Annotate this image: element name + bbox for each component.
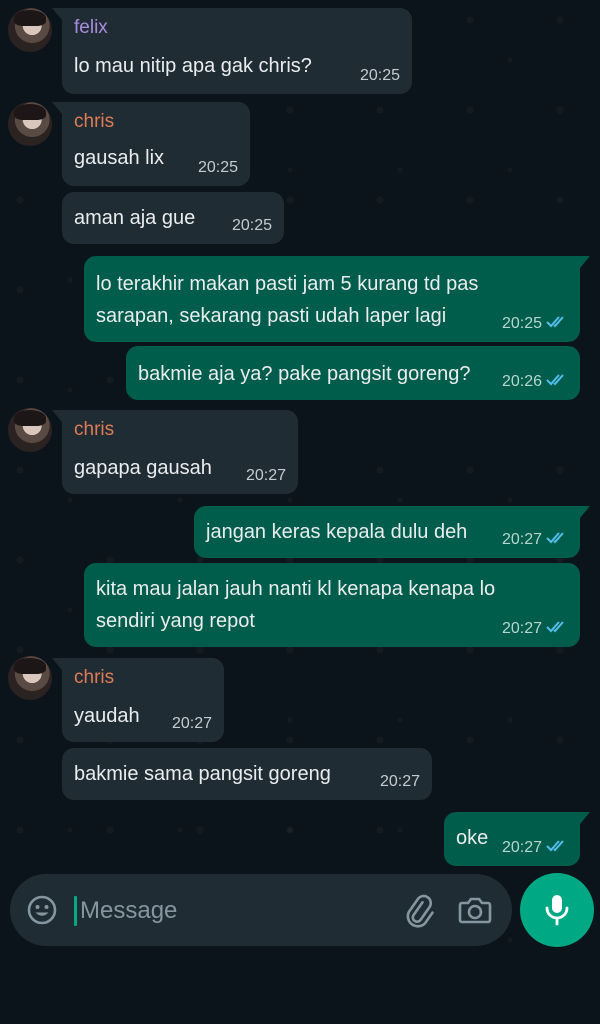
message-text-line: sarapan, sekarang pasti udah laper lagi — [96, 305, 447, 327]
message-bubble[interactable]: lo terakhir makan pasti jam 5 kurang td … — [84, 256, 590, 342]
mic-button[interactable] — [520, 873, 594, 947]
message-bubble[interactable]: bakmie sama pangsit goreng 20:27 — [62, 748, 432, 800]
sender-name: felix — [74, 17, 108, 38]
message-text: yaudah — [74, 705, 140, 727]
double-check-icon — [546, 531, 568, 545]
sender-name: chris — [74, 419, 115, 440]
double-check-icon — [546, 839, 568, 853]
message-text: gapapa gausah — [74, 457, 212, 479]
message-bubble[interactable]: aman aja gue 20:25 — [62, 192, 284, 244]
message-bubble[interactable]: kita mau jalan jauh nanti kl kenapa kena… — [84, 563, 580, 647]
message-meta: 20:27 — [502, 838, 568, 858]
message-text: oke — [456, 827, 489, 849]
message-time: 20:27 — [501, 839, 542, 856]
message-text: bakmie sama pangsit goreng — [74, 763, 331, 785]
message-time: 20:27 — [501, 620, 542, 637]
message-bubble[interactable]: chris yaudah 20:27 — [52, 658, 224, 742]
message-time: 20:25 — [197, 159, 238, 176]
message-text: gausah lix — [74, 147, 165, 169]
message-bubble[interactable]: chris gapapa gausah 20:27 — [52, 410, 298, 494]
message-time: 20:27 — [501, 531, 542, 548]
message-meta: 20:25 — [502, 314, 568, 334]
double-check-icon — [546, 373, 568, 387]
bottom-area — [0, 960, 600, 1024]
paperclip-icon[interactable] — [402, 894, 436, 928]
avatar-chris[interactable] — [8, 102, 52, 146]
mic-icon — [545, 895, 569, 926]
double-check-icon — [546, 620, 568, 634]
message-bubble[interactable]: jangan keras kepala dulu deh 20:27 — [194, 506, 590, 558]
message-meta: 20:27 — [502, 619, 568, 639]
message-text: bakmie aja ya? pake pangsit goreng? — [138, 363, 471, 385]
message-time: 20:25 — [359, 67, 400, 84]
text-cursor — [74, 896, 77, 926]
message-time: 20:25 — [501, 315, 542, 332]
message-text: jangan keras kepala dulu deh — [206, 521, 468, 543]
camera-icon[interactable] — [458, 894, 492, 926]
avatar-felix[interactable] — [8, 8, 52, 52]
sender-name: chris — [74, 667, 115, 688]
message-time: 20:27 — [379, 773, 420, 790]
double-check-icon — [546, 315, 568, 329]
message-bubble[interactable]: oke 20:27 — [444, 812, 590, 866]
avatar-chris[interactable] — [8, 656, 52, 700]
message-meta: 20:26 — [502, 372, 568, 392]
message-time: 20:27 — [245, 467, 286, 484]
avatar-chris[interactable] — [8, 408, 52, 452]
sender-name: chris — [74, 111, 115, 132]
message-bubble[interactable]: chris gausah lix 20:25 — [52, 102, 250, 186]
message-composer — [10, 874, 512, 946]
message-time: 20:26 — [501, 373, 542, 390]
message-bubble[interactable]: felix lo mau nitip apa gak chris? 20:25 — [52, 8, 412, 94]
message-text-line: lo terakhir makan pasti jam 5 kurang td … — [96, 273, 479, 295]
message-time: 20:25 — [231, 217, 272, 234]
message-input[interactable] — [78, 890, 382, 932]
chat-area: felix lo mau nitip apa gak chris? 20:25 … — [0, 0, 600, 1024]
message-meta: 20:27 — [502, 530, 568, 550]
message-time: 20:27 — [171, 715, 212, 732]
message-bubble[interactable]: bakmie aja ya? pake pangsit goreng? 20:2… — [126, 346, 580, 400]
message-text-line: sendiri yang repot — [96, 610, 255, 632]
message-text-line: kita mau jalan jauh nanti kl kenapa kena… — [96, 578, 496, 600]
message-text: aman aja gue — [74, 207, 196, 229]
emoji-icon[interactable] — [26, 894, 58, 926]
message-text: lo mau nitip apa gak chris? — [74, 55, 312, 77]
